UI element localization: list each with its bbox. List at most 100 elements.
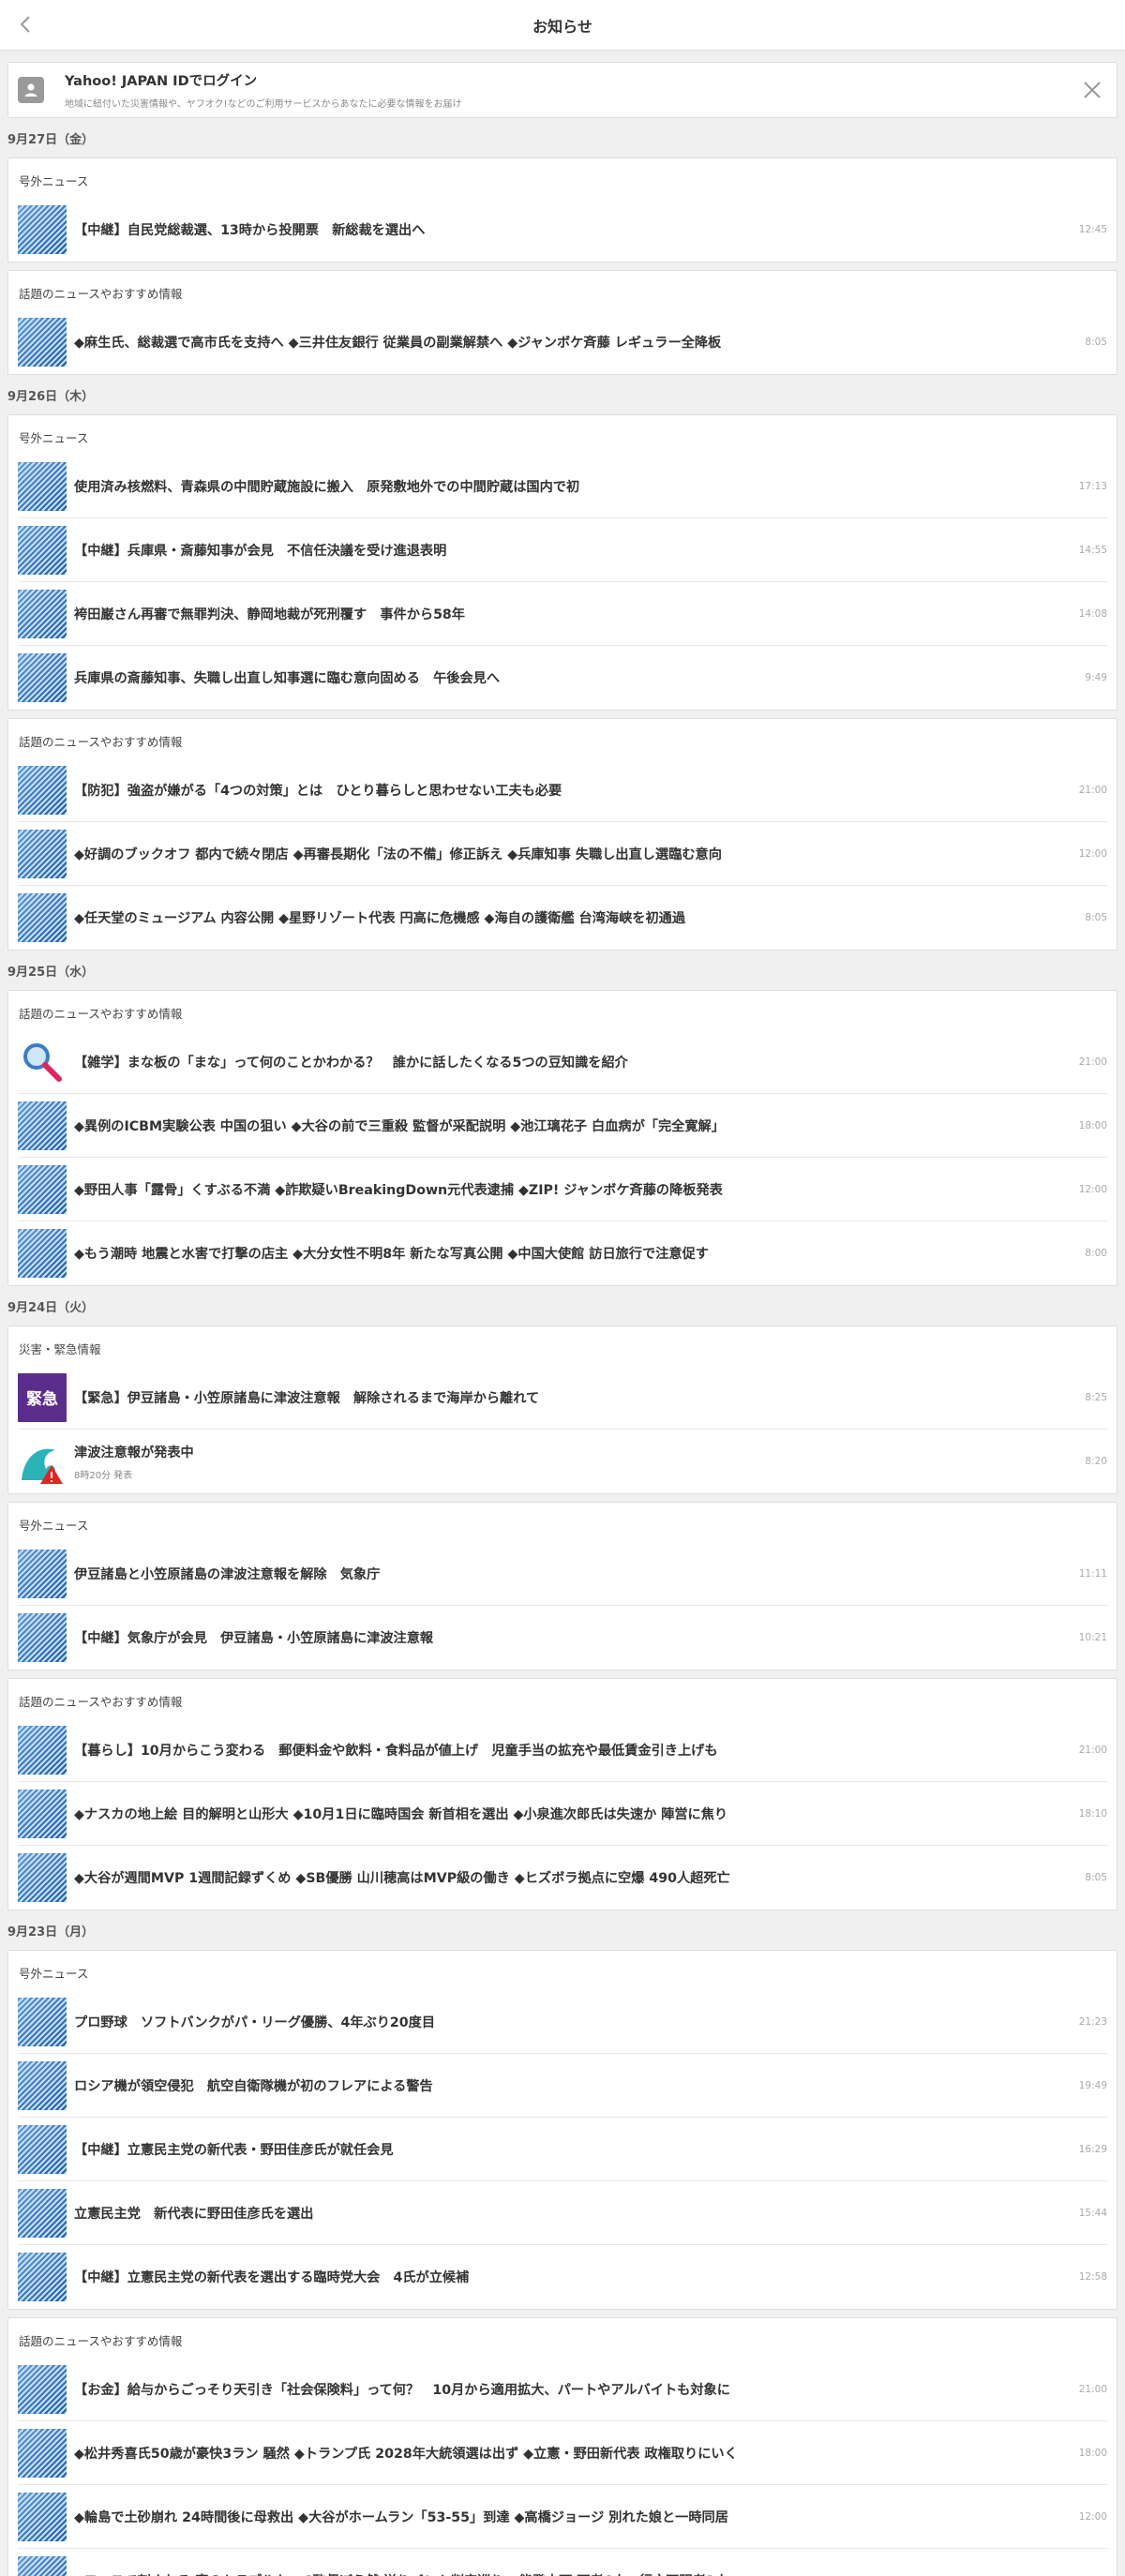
notification-item[interactable]: ◆フェスで刺される 客のトラブルか ◆6監督ぼう然 送りバント判定巡り ◆能登大… — [18, 2549, 1107, 2576]
notification-section: 号外ニュース 伊豆諸島と小笠原諸島の津波注意報を解除 気象庁 11:11 【中継】気象… — [8, 1502, 1118, 1670]
news-thumbnail-icon — [18, 318, 67, 367]
notification-text: ◆もう潮時 地震と水害で打撃の店主 ◆大分女性不明8年 新たな写真公開 ◆中国大… — [74, 1247, 709, 1262]
notification-item[interactable]: 兵庫県の斎藤知事、失職し出直し知事選に臨む意向固める 午後会見へ 9:49 — [18, 646, 1107, 710]
news-thumbnail-icon — [18, 1229, 67, 1278]
login-description: 地域に紐付いた災害情報や、ヤフオク!などのご利用サービスからあなたに必要な情報を… — [65, 99, 462, 110]
notification-section: 話題のニュースやおすすめ情報 ◆麻生氏、総裁選で高市氏を支持へ ◆三井住友銀行 従… — [8, 270, 1118, 375]
user-avatar-icon — [18, 77, 44, 103]
notification-item[interactable]: 【雑学】まな板の「まな」って何のことかわかる？ 誰かに話したくなる5つの豆知識を… — [18, 1030, 1107, 1094]
notification-section: 話題のニュースやおすすめ情報 【防犯】強盗が嫌がる「4つの対策」とは ひとり暮らし… — [8, 718, 1118, 951]
notification-item[interactable]: ◆輪島で土砂崩れ 24時間後に母救出 ◆大谷がホームラン「53-55」到達 ◆高… — [18, 2485, 1107, 2549]
notification-text: ◆輪島で土砂崩れ 24時間後に母救出 ◆大谷がホームラン「53-55」到達 ◆高… — [74, 2509, 728, 2525]
notification-item[interactable]: ◆大谷が週間MVP 1週間記録ずくめ ◆SB優勝 山川穂高はMVP級の働き ◆ヒ… — [18, 1846, 1107, 1910]
notification-time: 12:00 — [1078, 1183, 1107, 1195]
notification-text: ◆任天堂のミュージアム 内容公開 ◆星野リゾート代表 円高に危機感 ◆海自の護衛… — [74, 911, 686, 926]
notification-item[interactable]: 【お金】給与からごっそり天引き「社会保険料」って何？ 10月から適用拡大、パート… — [18, 2358, 1107, 2421]
section-title: 号外ニュース — [19, 431, 89, 445]
news-thumbnail-icon — [18, 2060, 67, 2110]
news-thumbnail-icon — [18, 1613, 67, 1662]
news-thumbnail-icon — [18, 2556, 67, 2576]
news-thumbnail-icon — [18, 2492, 67, 2541]
notification-section: 話題のニュースやおすすめ情報【暮らし】10月からこう変わる 郵便料金や飲料・食料… — [8, 1678, 1118, 1910]
section-title: 号外ニュース — [19, 174, 89, 188]
emergency-badge-label: 緊急 — [26, 1390, 58, 1409]
notification-item[interactable]: ロシア機が領空侵犯 航空自衛隊機が初のフレアによる警告 19:49 — [18, 2054, 1107, 2118]
notification-time: 17:13 — [1078, 480, 1107, 492]
notification-text: ◆松井秀喜氏50歳が豪快3ラン 騒然 ◆トランプ氏 2028年大統領選は出ず ◆… — [74, 2446, 738, 2462]
notification-time: 8:00 — [1085, 1248, 1107, 1259]
notification-text: 【防犯】強盗が嫌がる「4つの対策」とは ひとり暮らしと思わせない工夫も必要 — [74, 783, 562, 799]
notification-item[interactable]: ◆松井秀喜氏50歳が豪快3ラン 騒然 ◆トランプ氏 2028年大統領選は出ず ◆… — [18, 2421, 1107, 2485]
login-banner[interactable]: Yahoo! JAPAN IDでログイン 地域に紐付いた災害情報や、ヤフオク!な… — [8, 62, 1118, 118]
notification-time: 12:58 — [1078, 2271, 1107, 2283]
notification-item[interactable]: 【中継】立憲民主党の新代表を選出する臨時党大会 4氏が立候補 12:58 — [18, 2245, 1107, 2309]
news-thumbnail-icon — [18, 1549, 67, 1598]
notification-item[interactable]: 【防犯】強盗が嫌がる「4つの対策」とは ひとり暮らしと思わせない工夫も必要 21:… — [18, 758, 1107, 822]
notification-item[interactable]: 袴田巌さん再審で無罪判決、静岡地裁が死刑覆す 事件から58年 14:08 — [18, 582, 1107, 646]
notification-time: 16:29 — [1078, 2143, 1107, 2155]
section-title: 話題のニュースやおすすめ情報 — [19, 2334, 183, 2348]
close-icon — [1084, 82, 1101, 98]
notification-section: 災害・緊急情報 緊急 【緊急】伊豆諸島・小笠原諸島に津波注意報 解除されるまで海岸か… — [8, 1325, 1118, 1494]
back-button[interactable] — [13, 11, 38, 37]
notification-time: 8:25 — [1085, 1391, 1107, 1403]
login-title[interactable]: Yahoo! JAPAN IDでログイン — [65, 70, 462, 90]
notification-item[interactable]: 津波注意報が発表中 8時20分 発表 8:20 — [18, 1430, 1107, 1493]
notification-time: 19:49 — [1078, 2079, 1107, 2091]
notification-text: 【暮らし】10月からこう変わる 郵便料金や飲料・食料品が値上げ 児童手当の拡充や… — [74, 1743, 718, 1759]
notification-text: ◆異例のICBM実験公表 中国の狙い ◆大谷の前で三重殺 監督が采配説明 ◆池江… — [74, 1118, 725, 1134]
notification-item[interactable]: ◆もう潮時 地震と水害で打撃の店主 ◆大分女性不明8年 新たな写真公開 ◆中国大… — [18, 1221, 1107, 1285]
notification-text: 伊豆諸島と小笠原諸島の津波注意報を解除 気象庁 — [74, 1566, 381, 1582]
notification-item[interactable]: 使用済み核燃料、青森県の中間貯蔵施設に搬入 原発敷地外での中間貯蔵は国内で初 17… — [18, 455, 1107, 518]
news-thumbnail-icon — [18, 1997, 67, 2046]
notification-item[interactable]: ◆野田人事「露骨」くすぶる不満 ◆詐欺疑いBreakingDown元代表逮捕 ◆… — [18, 1158, 1107, 1221]
tsunami-warning-icon — [18, 1437, 67, 1486]
notification-item[interactable]: 伊豆諸島と小笠原諸島の津波注意報を解除 気象庁 11:11 — [18, 1542, 1107, 1606]
section-title: 号外ニュース — [19, 1967, 89, 1981]
notification-time: 21:00 — [1078, 2383, 1107, 2395]
notification-time: 18:00 — [1078, 1119, 1107, 1131]
notification-time: 8:05 — [1085, 912, 1107, 923]
notification-text: ◆野田人事「露骨」くすぶる不満 ◆詐欺疑いBreakingDown元代表逮捕 ◆… — [74, 1182, 723, 1198]
notification-item[interactable]: ◆麻生氏、総裁選で高市氏を支持へ ◆三井住友銀行 従業員の副業解禁へ ◆ジャンボ… — [18, 310, 1107, 374]
date-heading: 9月23日（月） — [8, 1925, 95, 1939]
notification-item[interactable]: ◆任天堂のミュージアム 内容公開 ◆星野リゾート代表 円高に危機感 ◆海自の護衛… — [18, 886, 1107, 950]
notification-text: 兵庫県の斎藤知事、失職し出直し知事選に臨む意向固める 午後会見へ — [74, 671, 501, 686]
notification-item[interactable]: プロ野球 ソフトバンクがパ・リーグ優勝、4年ぶり20度目 21:23 — [18, 1990, 1107, 2054]
section-title: 話題のニュースやおすすめ情報 — [19, 287, 183, 301]
news-thumbnail-icon — [18, 461, 67, 511]
notification-item[interactable]: ◆好調のブックオフ 都内で続々閉店 ◆再審長期化「法の不備」修正訴え ◆兵庫知事… — [18, 822, 1107, 886]
notification-text: ロシア機が領空侵犯 航空自衛隊機が初のフレアによる警告 — [74, 2078, 433, 2094]
section-title: 話題のニュースやおすすめ情報 — [19, 1695, 183, 1709]
notification-time: 9:49 — [1085, 672, 1107, 683]
news-thumbnail-icon — [18, 2364, 67, 2414]
date-heading: 9月27日（金） — [8, 132, 95, 147]
news-thumbnail-icon — [18, 829, 67, 878]
news-thumbnail-icon — [18, 1725, 67, 1775]
notification-item[interactable]: 【中継】気象庁が会見 伊豆諸島・小笠原諸島に津波注意報 10:21 — [18, 1606, 1107, 1670]
news-thumbnail-icon — [18, 2428, 67, 2478]
news-thumbnail-icon — [18, 1101, 67, 1150]
notification-item[interactable]: ◆異例のICBM実験公表 中国の狙い ◆大谷の前で三重殺 監督が采配説明 ◆池江… — [18, 1094, 1107, 1158]
notification-item[interactable]: 【中継】兵庫県・斎藤知事が会見 不信任決議を受け進退表明 14:55 — [18, 518, 1107, 582]
notification-time: 8:05 — [1085, 337, 1107, 348]
news-thumbnail-icon — [18, 2124, 67, 2174]
notification-item[interactable]: 立憲民主党 新代表に野田佳彦氏を選出 15:44 — [18, 2181, 1107, 2245]
notification-item[interactable]: 緊急 【緊急】伊豆諸島・小笠原諸島に津波注意報 解除されるまで海岸から離れて 8:2… — [18, 1366, 1107, 1430]
notification-item[interactable]: ◆ナスカの地上絵 目的解明と山形大 ◆10月1日に臨時国会 新首相を選出 ◆小泉… — [18, 1782, 1107, 1846]
notification-text: ◆フェスで刺される 客のトラブルか ◆6監督ぼう然 送りバント判定巡り ◆能登大… — [74, 2571, 1057, 2576]
news-thumbnail-icon — [18, 765, 67, 815]
notification-text: 【中継】兵庫県・斎藤知事が会見 不信任決議を受け進退表明 — [74, 543, 447, 559]
notification-time: 14:08 — [1078, 607, 1107, 620]
notification-time: 10:21 — [1078, 1632, 1107, 1643]
news-thumbnail-icon — [18, 589, 67, 638]
notification-section: 話題のニュースやおすすめ情報 【雑学】まな板の「まな」って何のことかわかる？ 誰か… — [8, 990, 1118, 1286]
notification-time: 12:45 — [1078, 224, 1107, 235]
notification-item[interactable]: 【中継】立憲民主党の新代表・野田佳彦氏が就任会見 16:29 — [18, 2118, 1107, 2181]
notification-item[interactable]: 【中継】自民党総裁選、13時から投開票 新総裁を選出へ 12:45 — [18, 198, 1107, 262]
notification-item[interactable]: 【暮らし】10月からこう変わる 郵便料金や飲料・食料品が値上げ 児童手当の拡充や… — [18, 1718, 1107, 1782]
close-banner-button[interactable] — [1081, 79, 1103, 101]
news-thumbnail-icon — [18, 893, 67, 942]
news-thumbnail-icon — [18, 2253, 67, 2301]
notification-text: 【中継】立憲民主党の新代表を選出する臨時党大会 4氏が立候補 — [74, 2270, 470, 2285]
